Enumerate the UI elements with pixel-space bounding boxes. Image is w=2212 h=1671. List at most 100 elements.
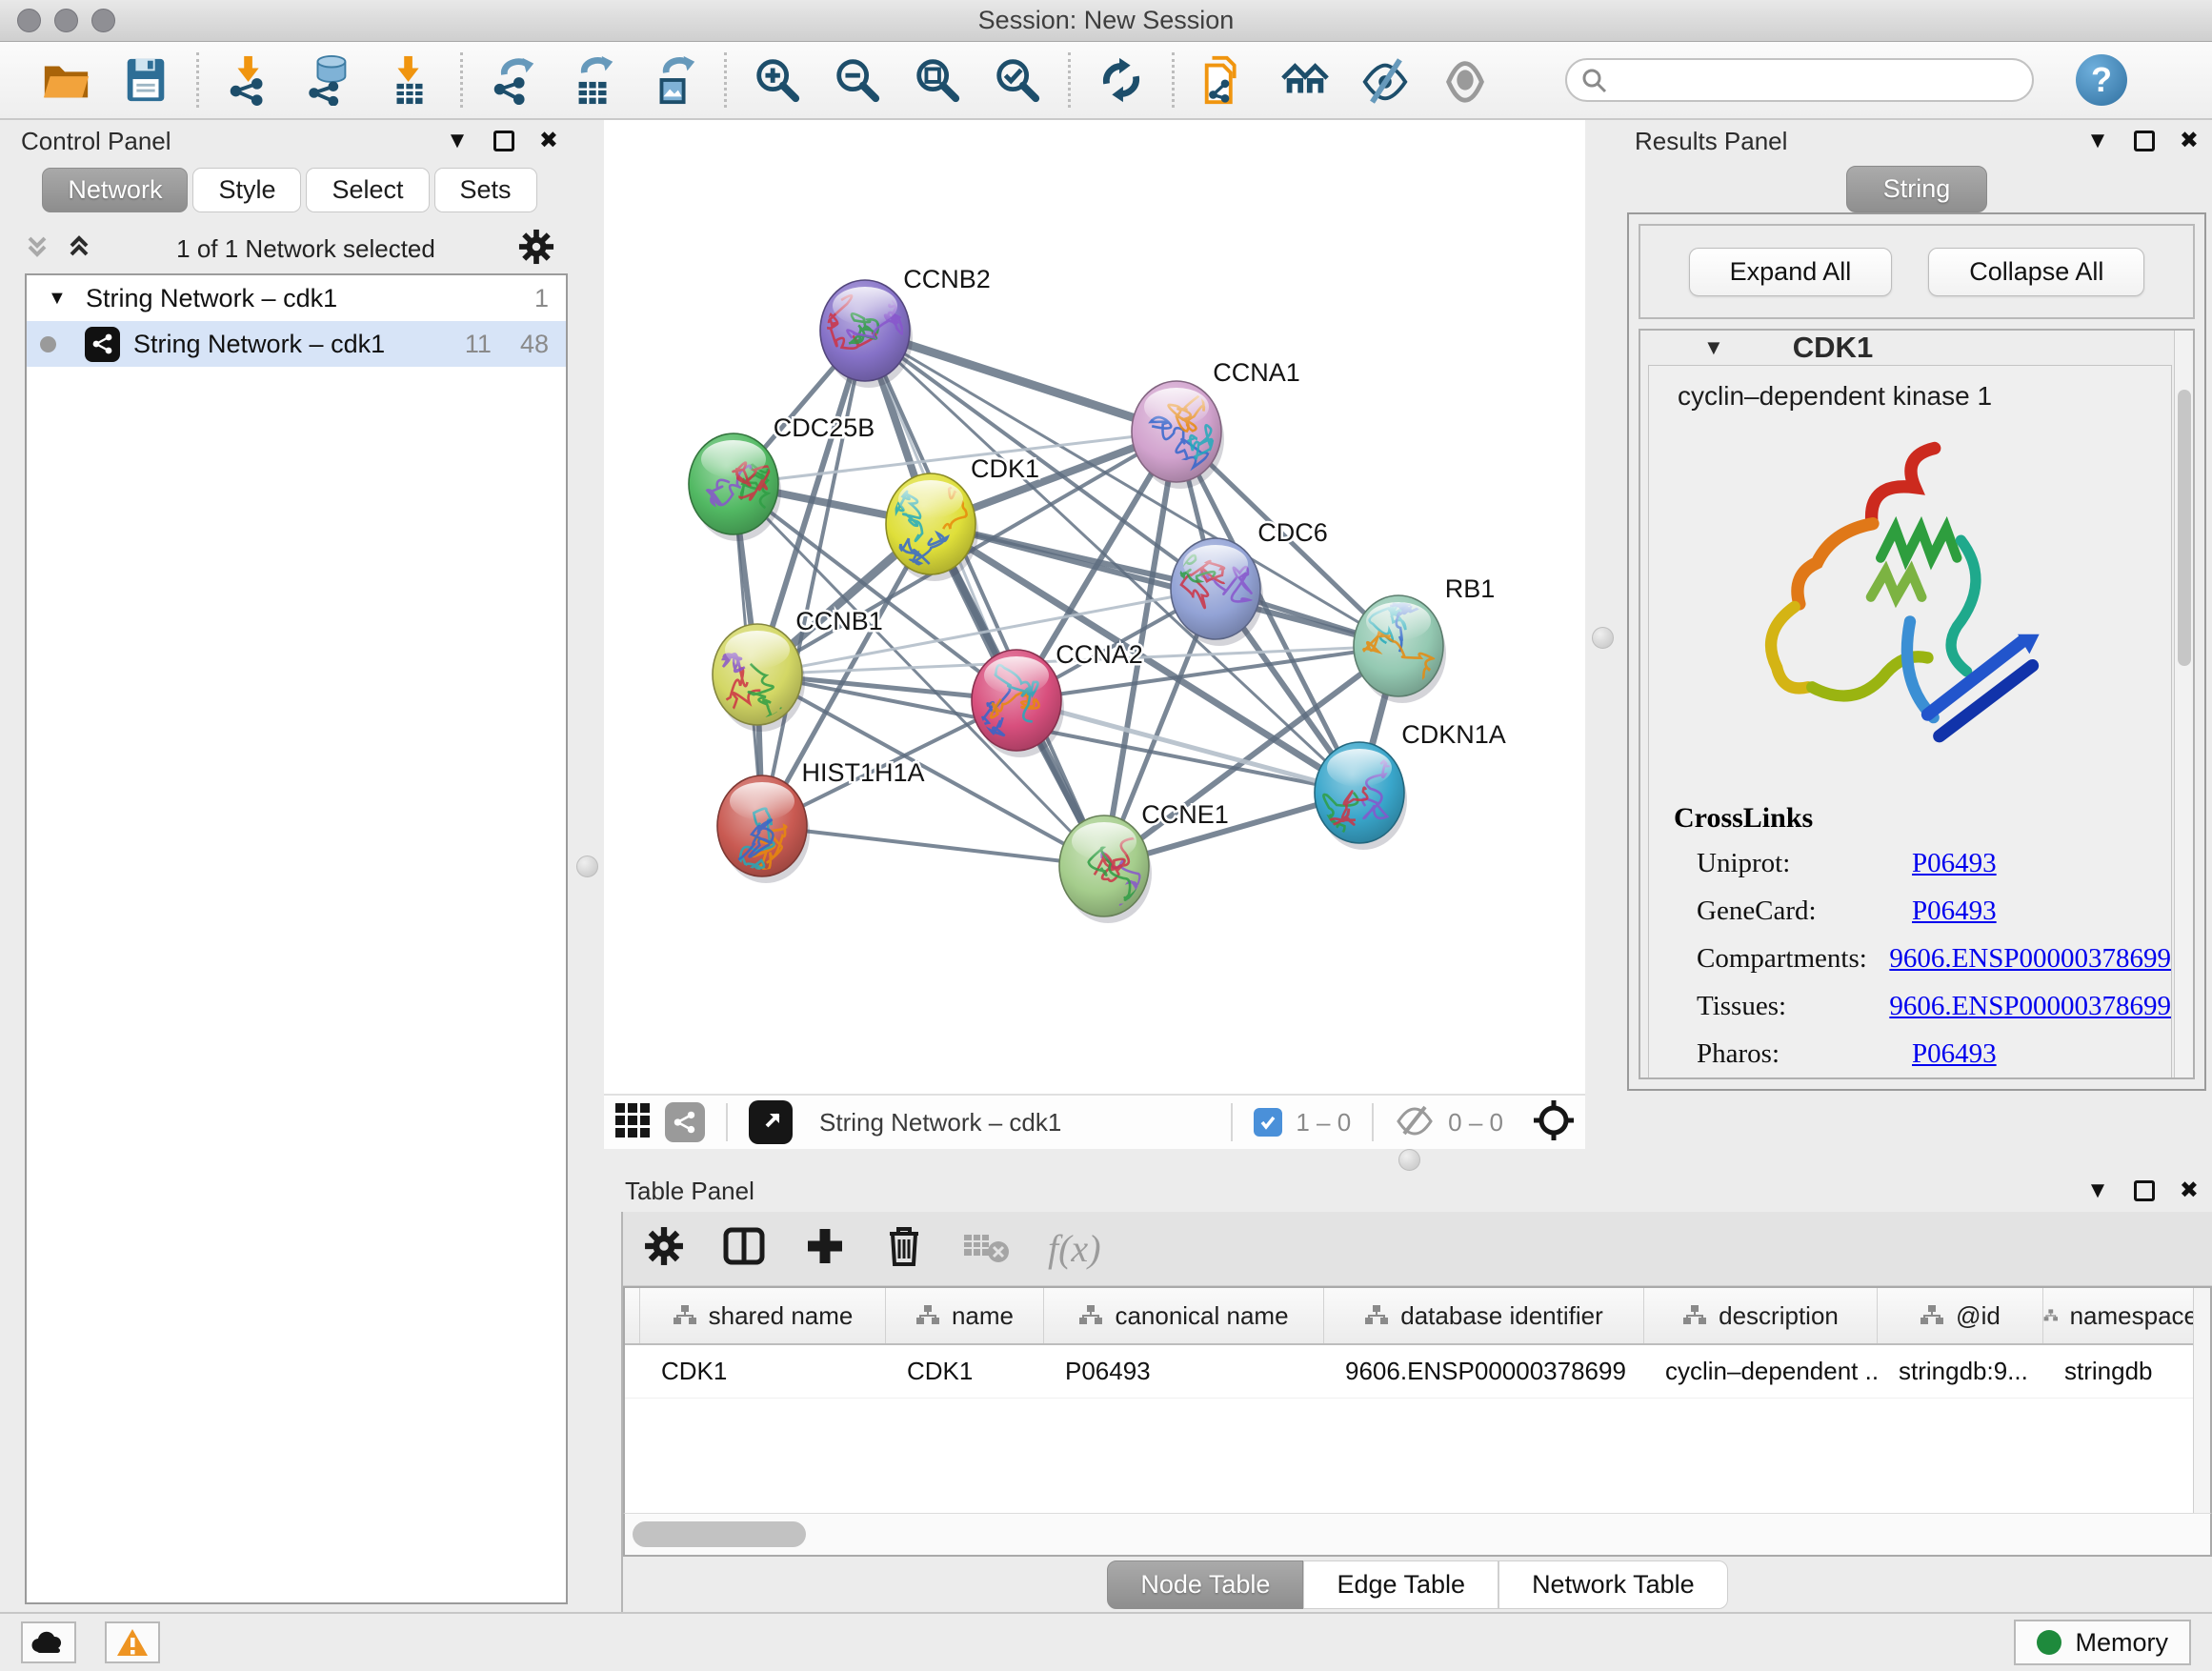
splitter-grip-icon[interactable] bbox=[1592, 627, 1614, 649]
table-cell[interactable]: cyclin–dependent ... bbox=[1644, 1345, 1878, 1398]
expand-all-icon[interactable] bbox=[65, 232, 93, 266]
table-cell[interactable]: stringdb:9... bbox=[1878, 1345, 2043, 1398]
show-all-icon[interactable] bbox=[1438, 52, 1493, 108]
crosshair-icon[interactable] bbox=[1532, 1098, 1576, 1147]
network-node-ccna2[interactable] bbox=[972, 650, 1064, 757]
crosslink-link[interactable]: 9606.ENSP00000378699 bbox=[1889, 991, 2171, 1022]
import-network-from-file-icon[interactable] bbox=[222, 52, 277, 108]
gear-icon[interactable] bbox=[518, 229, 554, 270]
network-node-cdk1[interactable] bbox=[886, 473, 978, 581]
column-header-shared-name[interactable]: shared name bbox=[640, 1288, 886, 1343]
network-node-ccnb2[interactable] bbox=[820, 280, 913, 388]
results-scrollbar[interactable] bbox=[2174, 331, 2193, 1077]
tree-expander-icon[interactable]: ▼ bbox=[48, 288, 72, 310]
panel-menu-icon[interactable]: ▼ bbox=[446, 130, 469, 152]
clone-network-icon[interactable] bbox=[1197, 52, 1253, 108]
open-session-icon[interactable] bbox=[38, 52, 93, 108]
zoom-selected-icon[interactable] bbox=[990, 52, 1045, 108]
panel-close-icon[interactable]: ✖ bbox=[2180, 1179, 2199, 1202]
show-columns-icon[interactable] bbox=[722, 1224, 766, 1273]
network-tree-root-row[interactable]: ▼ String Network – cdk1 1 bbox=[27, 275, 566, 321]
warning-button[interactable] bbox=[105, 1621, 160, 1663]
panel-float-icon[interactable] bbox=[2134, 131, 2155, 151]
zoom-out-icon[interactable] bbox=[830, 52, 885, 108]
column-header-database-identifier[interactable]: database identifier bbox=[1324, 1288, 1644, 1343]
node-details-header[interactable]: ▼ CDK1 bbox=[1640, 331, 2193, 365]
network-edge[interactable] bbox=[762, 826, 1104, 866]
collapse-all-icon[interactable] bbox=[23, 232, 51, 266]
crosslink-link[interactable]: P06493 bbox=[1912, 896, 1997, 927]
table-cell[interactable]: P06493 bbox=[1044, 1345, 1324, 1398]
network-edge[interactable] bbox=[762, 331, 865, 826]
panel-close-icon[interactable]: ✖ bbox=[2180, 130, 2199, 152]
table-cell[interactable]: 9606.ENSP00000378699 bbox=[1324, 1345, 1644, 1398]
memory-button[interactable]: Memory bbox=[2014, 1620, 2191, 1665]
panel-float-icon[interactable] bbox=[493, 131, 514, 151]
table-settings-gear-icon[interactable] bbox=[644, 1226, 684, 1271]
column-header-name[interactable]: name bbox=[886, 1288, 1044, 1343]
tab-edge-table[interactable]: Edge Table bbox=[1303, 1560, 1498, 1609]
table-cell[interactable]: stringdb bbox=[2043, 1345, 2199, 1398]
selected-checkbox-icon[interactable] bbox=[1254, 1108, 1282, 1137]
search-input[interactable] bbox=[1565, 58, 2034, 102]
birdseye-view-icon[interactable] bbox=[749, 1100, 793, 1144]
export-image-icon[interactable] bbox=[646, 52, 701, 108]
table-vertical-scrollbar[interactable] bbox=[2193, 1288, 2210, 1513]
column-header--id[interactable]: @id bbox=[1878, 1288, 2043, 1343]
collapse-all-button[interactable]: Collapse All bbox=[1928, 248, 2144, 296]
crosslink-link[interactable]: 9606.ENSP00000378699 bbox=[1889, 943, 2171, 975]
network-share-icon[interactable] bbox=[665, 1102, 705, 1142]
panel-close-icon[interactable]: ✖ bbox=[539, 130, 558, 152]
grid-view-icon[interactable] bbox=[613, 1101, 652, 1144]
network-node-ccna1[interactable] bbox=[1132, 381, 1224, 489]
table-cell[interactable]: CDK1 bbox=[640, 1345, 886, 1398]
close-window-icon[interactable] bbox=[17, 9, 41, 32]
left-splitter[interactable] bbox=[572, 120, 604, 1612]
tab-network-table[interactable]: Network Table bbox=[1498, 1560, 1728, 1609]
zoom-window-icon[interactable] bbox=[91, 9, 115, 32]
hide-selected-icon[interactable] bbox=[1357, 52, 1413, 108]
panel-menu-icon[interactable]: ▼ bbox=[2086, 1179, 2109, 1202]
column-header-namespace[interactable]: namespace bbox=[2043, 1288, 2199, 1343]
network-node-cdkn1a[interactable] bbox=[1315, 742, 1407, 850]
column-header-description[interactable]: description bbox=[1644, 1288, 1878, 1343]
help-icon[interactable]: ? bbox=[2076, 54, 2127, 106]
table-row[interactable]: CDK1CDK1P064939606.ENSP00000378699cyclin… bbox=[625, 1345, 2210, 1399]
scrollbar-thumb[interactable] bbox=[2178, 390, 2191, 666]
cloud-status-button[interactable] bbox=[21, 1621, 76, 1663]
table-horizontal-scrollbar[interactable] bbox=[623, 1513, 2212, 1557]
crosslink-link[interactable]: P06493 bbox=[1912, 1038, 1997, 1070]
bottom-splitter[interactable] bbox=[604, 1149, 2212, 1170]
network-tree-child-row[interactable]: String Network – cdk1 11 48 bbox=[27, 321, 566, 367]
column-header-canonical-name[interactable]: canonical name bbox=[1044, 1288, 1324, 1343]
scrollbar-thumb[interactable] bbox=[633, 1521, 806, 1547]
first-neighbors-icon[interactable] bbox=[1277, 52, 1333, 108]
table-cell[interactable]: CDK1 bbox=[886, 1345, 1044, 1398]
network-node-hist1h1a[interactable] bbox=[717, 775, 810, 883]
chevron-down-icon[interactable]: ▼ bbox=[1703, 335, 1724, 360]
tab-network[interactable]: Network bbox=[42, 168, 188, 212]
network-node-cdc25b[interactable] bbox=[689, 433, 781, 541]
tab-select[interactable]: Select bbox=[306, 168, 429, 212]
crosslink-link[interactable]: P06493 bbox=[1912, 848, 1997, 879]
network-node-ccne1[interactable] bbox=[1059, 815, 1152, 923]
expand-all-button[interactable]: Expand All bbox=[1689, 248, 1893, 296]
zoom-fit-content-icon[interactable] bbox=[910, 52, 965, 108]
panel-float-icon[interactable] bbox=[2134, 1180, 2155, 1201]
network-node-ccnb1[interactable] bbox=[713, 624, 805, 732]
export-network-icon[interactable] bbox=[486, 52, 541, 108]
splitter-grip-icon[interactable] bbox=[576, 856, 598, 877]
import-table-from-file-icon[interactable] bbox=[382, 52, 437, 108]
panel-menu-icon[interactable]: ▼ bbox=[2086, 130, 2109, 152]
network-canvas[interactable]: CCNB2CCNA1CDC25BCDK1CDC6RB1CCNB1CCNA2CDK… bbox=[604, 120, 1585, 1094]
tab-string[interactable]: String bbox=[1846, 166, 1988, 212]
splitter-grip-icon[interactable] bbox=[1398, 1149, 1420, 1171]
import-network-from-database-icon[interactable] bbox=[302, 52, 357, 108]
zoom-in-icon[interactable] bbox=[750, 52, 805, 108]
delete-column-icon[interactable] bbox=[884, 1224, 924, 1273]
refresh-icon[interactable] bbox=[1094, 52, 1149, 108]
save-session-icon[interactable] bbox=[118, 52, 173, 108]
export-table-icon[interactable] bbox=[566, 52, 621, 108]
tab-sets[interactable]: Sets bbox=[434, 168, 537, 212]
create-column-icon[interactable] bbox=[804, 1225, 846, 1272]
